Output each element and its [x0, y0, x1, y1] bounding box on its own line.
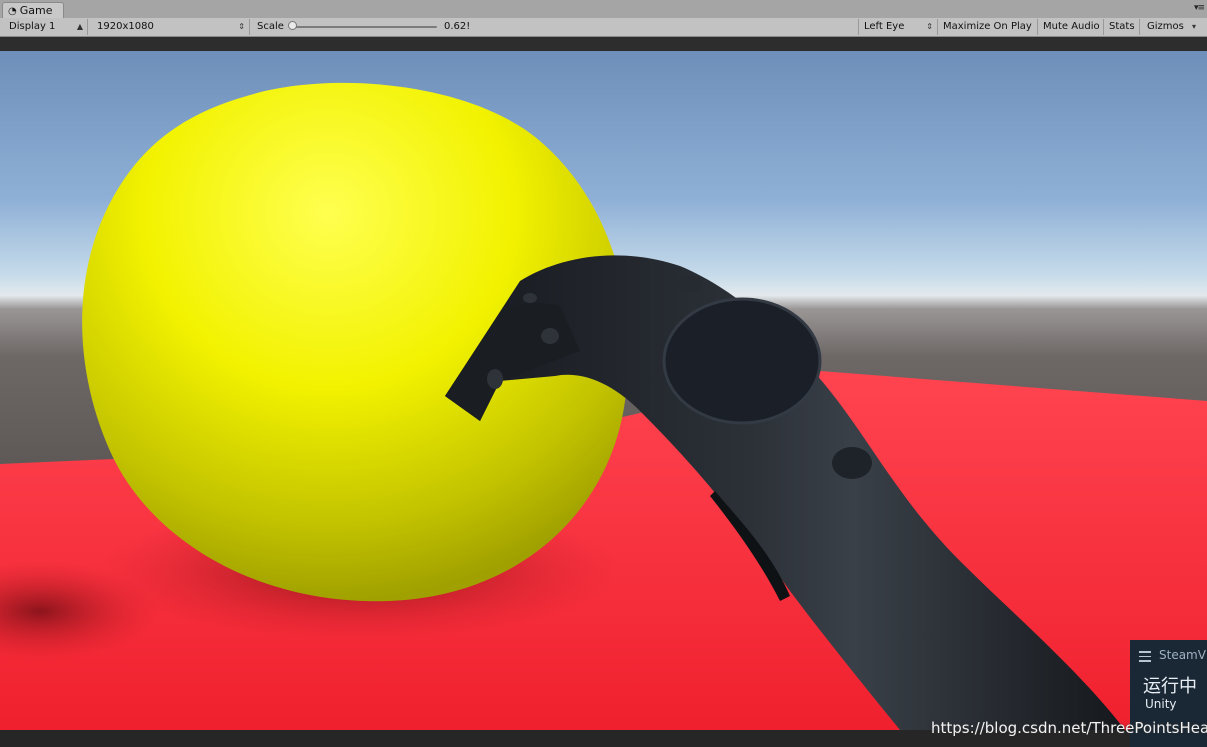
maximize-on-play-toggle[interactable]: Maximize On Play — [938, 19, 1038, 35]
mute-label: Mute Audio — [1043, 21, 1100, 32]
eye-dropdown[interactable]: Left Eye ⇕ — [858, 19, 938, 35]
dropdown-arrow-icon: ▲ — [76, 22, 83, 31]
maximize-label: Maximize On Play — [943, 21, 1032, 32]
stats-toggle[interactable]: Stats — [1104, 19, 1140, 35]
tab-label: Game — [19, 4, 53, 17]
gizmos-label: Gizmos — [1147, 21, 1184, 32]
pacman-game-icon: ◔ — [8, 6, 17, 17]
scale-value: 0.62! — [444, 21, 471, 32]
resolution-dropdown[interactable]: 1920x1080 ⇕ — [92, 19, 250, 35]
controller-menu-button — [674, 276, 702, 292]
scale-control: Scale 0.62! — [252, 19, 476, 35]
panel-menu-icon[interactable]: ▾≡ — [1194, 3, 1205, 13]
resolution-value: 1920x1080 — [97, 21, 154, 32]
scale-slider-track[interactable] — [292, 26, 437, 28]
steamvr-title: SteamVR — [1159, 648, 1207, 662]
display-value: Display 1 — [9, 21, 56, 32]
viewport-header-band — [0, 37, 1207, 51]
steamvr-app-name: Unity — [1145, 697, 1177, 711]
dropdown-arrow-icon: ⇕ — [238, 22, 245, 31]
scale-slider-handle[interactable] — [288, 21, 297, 30]
tab-bar: ◔ Game ▾≡ — [0, 0, 1207, 19]
dropdown-arrow-icon: ⇕ — [926, 22, 933, 31]
scale-label: Scale — [257, 21, 284, 32]
scene-render — [0, 82, 1207, 730]
controller-system-button — [832, 447, 872, 479]
gizmos-dropdown[interactable]: Gizmos ▾ — [1142, 19, 1200, 35]
dropdown-arrow-icon: ▾ — [1191, 22, 1196, 31]
steamvr-status-text: 运行中 — [1143, 676, 1197, 697]
eye-value: Left Eye — [864, 21, 905, 32]
mute-audio-toggle[interactable]: Mute Audio — [1038, 19, 1104, 35]
hamburger-menu-icon[interactable] — [1139, 651, 1151, 665]
tab-game[interactable]: ◔ Game — [2, 2, 64, 18]
display-dropdown[interactable]: Display 1 ▲ — [4, 19, 88, 35]
game-toolbar: Display 1 ▲ 1920x1080 ⇕ Scale 0.62! Left… — [0, 18, 1207, 37]
controller-trackpad — [662, 297, 822, 425]
watermark-url: https://blog.csdn.net/ThreePointsHeat — [931, 719, 1207, 737]
game-viewport[interactable] — [0, 51, 1207, 730]
stats-label: Stats — [1109, 21, 1135, 32]
